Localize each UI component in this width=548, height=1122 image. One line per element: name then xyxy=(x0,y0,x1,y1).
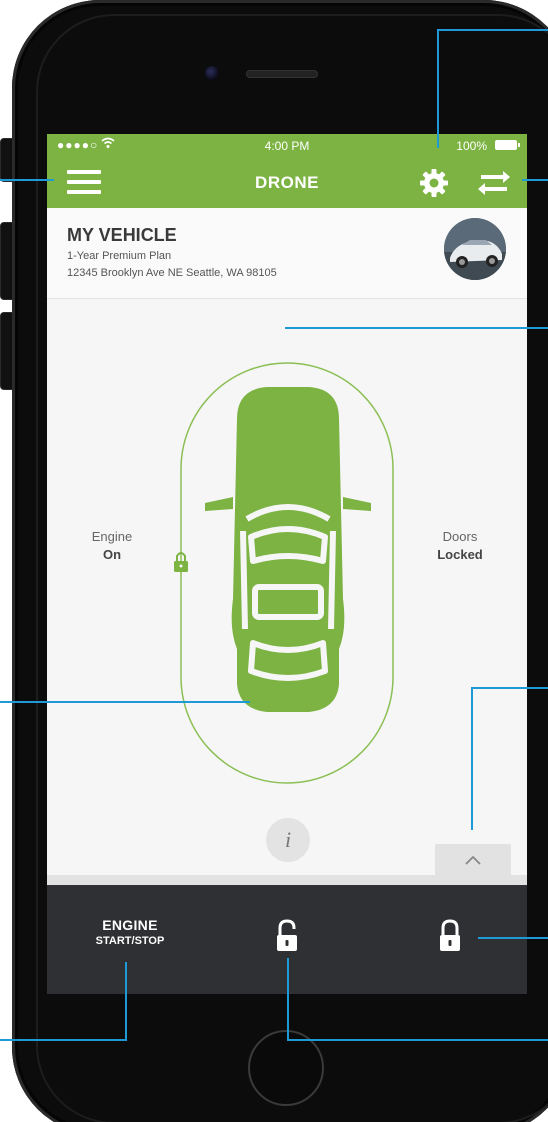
car-diagram xyxy=(174,362,394,784)
vehicle-name: MY VEHICLE xyxy=(67,225,177,245)
doors-status-value: Locked xyxy=(437,547,483,562)
engine-start-stop-button[interactable]: ENGINE START/STOP xyxy=(75,917,185,961)
chevron-up-icon xyxy=(465,855,481,865)
engine-button-label: ENGINE xyxy=(102,917,158,933)
nav-bar: DRONE xyxy=(47,156,527,208)
swap-arrows-icon[interactable] xyxy=(477,170,511,196)
start-stop-label: START/STOP xyxy=(95,935,165,947)
page-canvas: ●●●●○ 4:00 PM 100% DRONE MY VEHICLE 1-Ye… xyxy=(0,0,548,1122)
car-photo-avatar[interactable] xyxy=(444,218,506,280)
home-button[interactable] xyxy=(248,1030,324,1106)
info-button[interactable]: i xyxy=(266,818,310,862)
battery-percent: 100% xyxy=(456,139,487,153)
app-screen: ●●●●○ 4:00 PM 100% DRONE MY VEHICLE 1-Ye… xyxy=(47,134,527,994)
lock-icon[interactable] xyxy=(435,919,465,955)
engine-status-label: Engine xyxy=(91,529,133,544)
page-title: DRONE xyxy=(255,173,319,192)
earpiece-speaker xyxy=(246,70,318,78)
battery-icon xyxy=(495,140,520,150)
vehicle-header[interactable]: MY VEHICLE 1-Year Premium Plan 12345 Bro… xyxy=(47,208,527,299)
bottom-action-bar: ENGINE START/STOP xyxy=(47,885,527,994)
vehicle-address: 12345 Brooklyn Ave NE Seattle, WA 98105 xyxy=(67,267,277,279)
car-top-view xyxy=(205,387,371,712)
front-camera xyxy=(205,66,219,80)
doors-status-label: Doors xyxy=(442,529,478,544)
drawer-expand-tab[interactable] xyxy=(435,844,511,876)
status-time: 4:00 PM xyxy=(264,139,310,153)
drawer-handle-strip xyxy=(47,875,527,885)
vehicle-plan: 1-Year Premium Plan xyxy=(67,250,172,262)
status-bar: ●●●●○ 4:00 PM 100% xyxy=(47,134,527,156)
gear-icon[interactable] xyxy=(419,168,449,198)
vehicle-status-area: Engine On Doors Locked i xyxy=(47,299,527,874)
engine-status-value: On xyxy=(102,547,122,562)
unlock-icon[interactable] xyxy=(272,919,302,955)
